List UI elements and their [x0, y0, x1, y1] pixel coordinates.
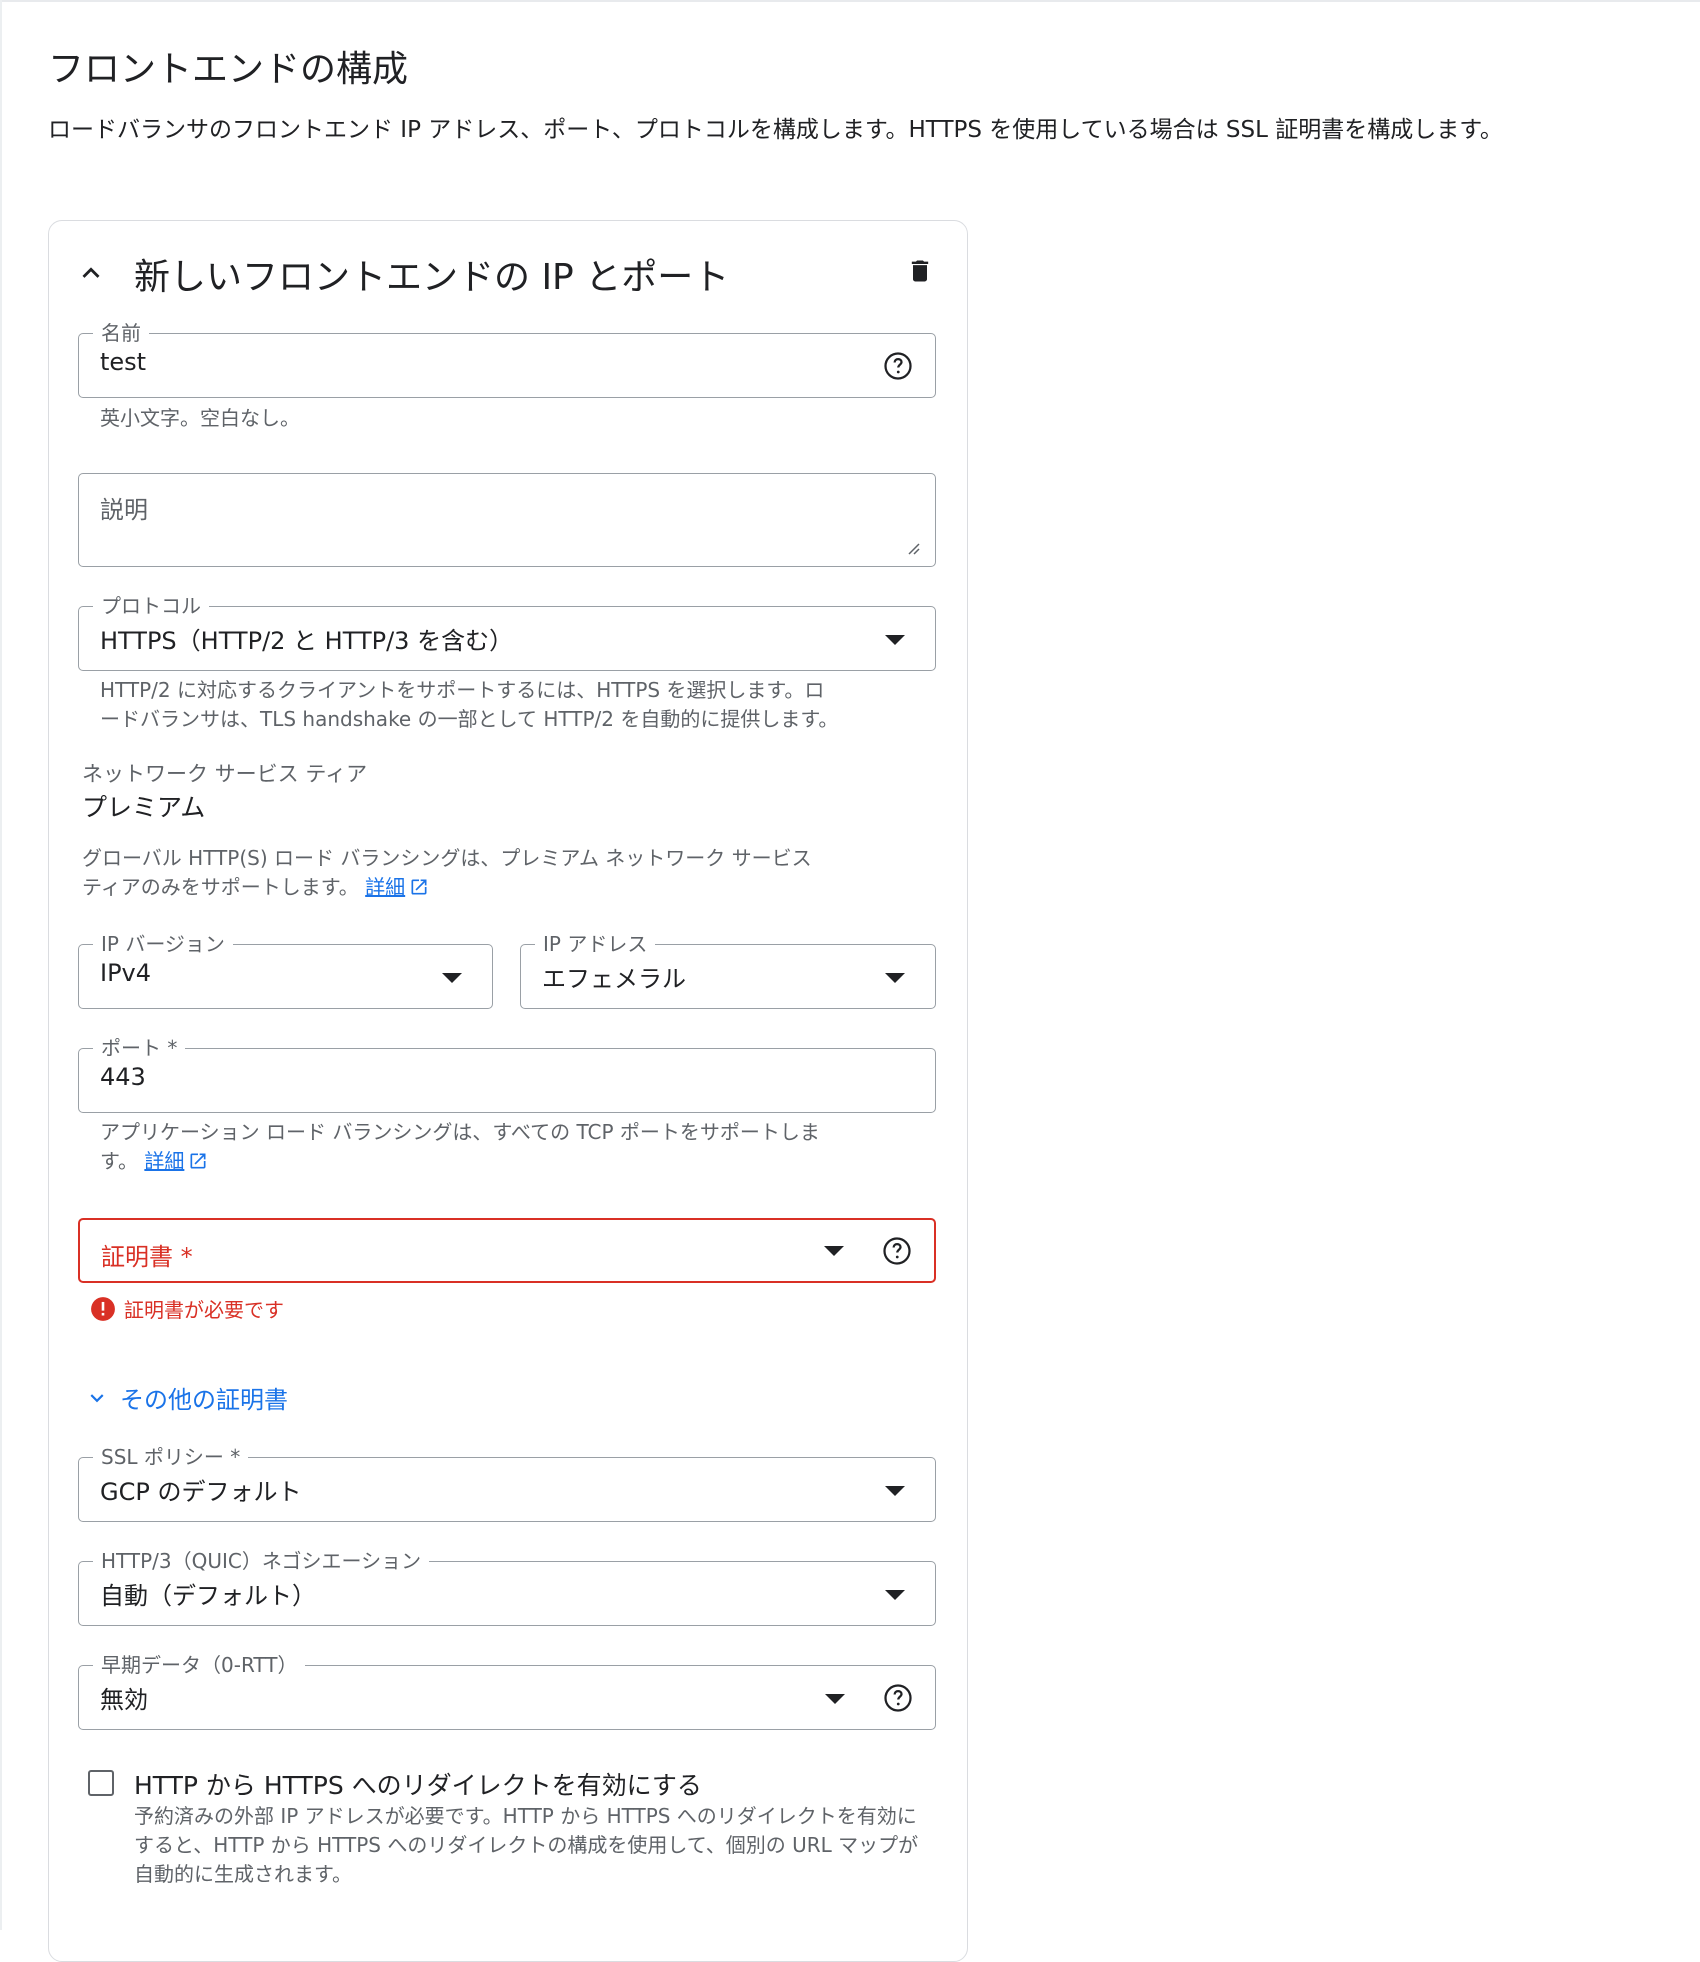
network-tier-note-line2-row: ティアのみをサポートします。 詳細 [82, 873, 942, 902]
chevron-down-icon [824, 1246, 844, 1256]
certificate-error: 証明書が必要です [90, 1294, 284, 1323]
quic-value: 自動（デフォルト） [100, 1582, 316, 1610]
chevron-down-icon [90, 1393, 104, 1402]
name-field-value: test [100, 348, 147, 376]
network-tier-note: グローバル HTTP(S) ロード バランシングは、プレミアム ネットワーク サ… [82, 844, 942, 902]
protocol-hint-line1: HTTP/2 に対応するクライアントをサポートするには、HTTPS を選択します… [100, 678, 825, 702]
port-hint-line1: アプリケーション ロード バランシングは、すべての TCP ポートをサポートしま [100, 1120, 820, 1144]
more-certificates-toggle[interactable]: その他の証明書 [84, 1380, 288, 1415]
chevron-down-icon [885, 1486, 905, 1496]
early-data-label: 早期データ（0-RTT） [93, 1652, 306, 1678]
redirect-checkbox[interactable] [88, 1770, 114, 1796]
name-hint: 英小文字。空白なし。 [100, 406, 300, 430]
left-divider [0, 0, 2, 1930]
certificate-label: 証明書 * [101, 1243, 193, 1271]
name-field-label: 名前 [93, 320, 149, 346]
port-field[interactable]: ポート * 443 [78, 1035, 936, 1113]
protocol-value: HTTPS（HTTP/2 と HTTP/3 を含む） [100, 627, 514, 655]
early-data-select[interactable]: 早期データ（0-RTT） 無効 [78, 1652, 936, 1730]
quic-negotiation-select[interactable]: HTTP/3（QUIC）ネゴシエーション 自動（デフォルト） [78, 1548, 936, 1626]
help-icon[interactable] [883, 1683, 913, 1713]
port-hint-line2-row: す。 詳細 [100, 1147, 930, 1176]
network-tier-label: ネットワーク サービス ティア [82, 762, 368, 786]
port-details-link[interactable]: 詳細 [144, 1149, 184, 1173]
certificate-select[interactable]: 証明書 * [78, 1218, 936, 1283]
description-placeholder: 説明 [100, 496, 148, 524]
certificate-error-text: 証明書が必要です [124, 1298, 284, 1322]
protocol-select[interactable]: プロトコル HTTPS（HTTP/2 と HTTP/3 を含む） [78, 593, 936, 671]
protocol-label: プロトコル [93, 593, 209, 619]
error-icon [91, 1296, 115, 1321]
ip-address-select[interactable]: IP アドレス エフェメラル [520, 931, 936, 1009]
chevron-down-icon [885, 1590, 905, 1600]
chevron-down-icon [442, 973, 462, 983]
page-description: ロードバランサのフロントエンド IP アドレス、ポート、プロトコルを構成します。… [48, 117, 1503, 143]
protocol-hint-line2: ードバランサは、TLS handshake の一部として HTTP/2 を自動的… [100, 707, 839, 731]
network-tier-note-line1: グローバル HTTP(S) ロード バランシングは、プレミアム ネットワーク サ… [82, 846, 812, 870]
ip-version-select[interactable]: IP バージョン IPv4 [78, 931, 493, 1009]
redirect-checkbox-label[interactable]: HTTP から HTTPS へのリダイレクトを有効にする [134, 1766, 702, 1802]
ip-version-label: IP バージョン [93, 931, 233, 957]
help-icon[interactable] [882, 1236, 912, 1266]
chevron-down-icon [885, 973, 905, 983]
protocol-hint: HTTP/2 に対応するクライアントをサポートするには、HTTPS を選択します… [100, 676, 930, 734]
ssl-policy-value: GCP のデフォルト [100, 1478, 302, 1506]
external-link-icon[interactable] [409, 877, 429, 897]
ip-version-value: IPv4 [100, 959, 152, 987]
name-field[interactable]: 名前 test [78, 320, 936, 398]
quic-label: HTTP/3（QUIC）ネゴシエーション [93, 1548, 430, 1574]
description-textarea[interactable]: 説明 [78, 473, 936, 567]
network-tier-note-line2: ティアのみをサポートします。 [82, 875, 359, 899]
top-divider [0, 0, 1700, 2]
ip-address-label: IP アドレス [535, 931, 656, 957]
port-value: 443 [100, 1063, 146, 1091]
ip-address-value: エフェメラル [542, 965, 686, 993]
external-link-icon[interactable] [188, 1151, 208, 1171]
early-data-value: 無効 [100, 1686, 148, 1714]
port-label: ポート * [93, 1035, 186, 1061]
resize-handle-icon[interactable] [905, 540, 921, 556]
port-hint: アプリケーション ロード バランシングは、すべての TCP ポートをサポートしま… [100, 1118, 930, 1176]
network-tier-value: プレミアム [82, 793, 206, 822]
ssl-policy-select[interactable]: SSL ポリシー * GCP のデフォルト [78, 1444, 936, 1522]
chevron-down-icon [885, 635, 905, 645]
port-hint-line2: す。 [100, 1149, 138, 1173]
help-icon[interactable] [883, 351, 913, 381]
delete-icon[interactable] [906, 256, 934, 286]
page-title: フロントエンドの構成 [48, 49, 409, 90]
chevron-down-icon [825, 1694, 845, 1704]
more-certificates-label: その他の証明書 [120, 1386, 288, 1414]
chevron-up-icon[interactable] [74, 256, 108, 290]
network-tier-details-link[interactable]: 詳細 [365, 875, 405, 899]
card-title: 新しいフロントエンドの IP とポート [134, 257, 730, 298]
ssl-policy-label: SSL ポリシー * [93, 1444, 249, 1470]
redirect-checkbox-description: 予約済みの外部 IP アドレスが必要です。HTTP から HTTPS へのリダイ… [134, 1804, 919, 1886]
